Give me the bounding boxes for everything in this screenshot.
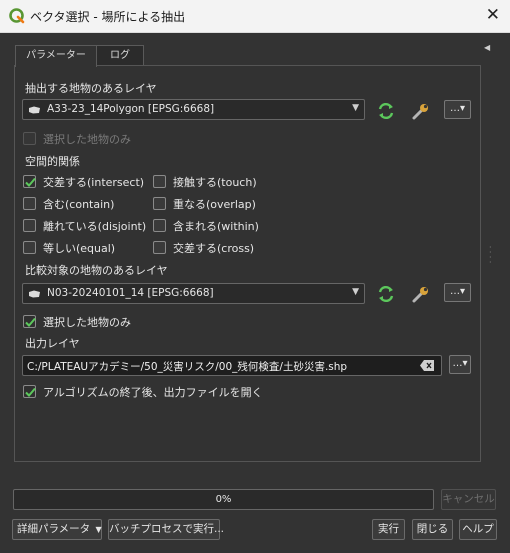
checkmark-icon [25,177,36,187]
checkmark-icon [25,317,36,327]
compare-selected-only-checkbox[interactable] [23,315,36,328]
input-selected-only-label: 選択した地物のみ [43,133,131,146]
input-layer-value: A33-23_14Polygon [EPSG:6668] [47,103,215,115]
title-bar: ベクタ選択 - 場所による抽出 ✕ [0,0,510,33]
predicate-within-checkbox[interactable] [153,219,166,232]
predicate-overlap-label: 重なる(overlap) [173,198,256,211]
tab-parameters[interactable]: パラメーター [15,45,97,67]
predicate-disjoint-checkbox[interactable] [23,219,36,232]
predicate-touch-label: 接触する(touch) [173,176,257,189]
dropdown-arrow-icon: ▼ [352,103,359,113]
predicate-equal-checkbox[interactable] [23,241,36,254]
compare-layer-value: N03-20240101_14 [EPSG:6668] [47,287,214,299]
predicate-contain-checkbox[interactable] [23,197,36,210]
window-title: ベクタ選択 - 場所による抽出 [30,10,186,24]
progress-bar: 0% [13,489,434,510]
splitter-handle-icon[interactable]: · · · · [489,244,492,267]
polygon-layer-icon [29,290,40,298]
iterate-icon[interactable] [375,100,397,122]
tab-log[interactable]: ログ [96,45,144,66]
compare-layer-label: 比較対象の地物のあるレイヤ [25,264,168,277]
open-output-label: アルゴリズムの終了後、出力ファイルを開く [43,386,263,399]
close-icon[interactable]: ✕ [486,5,500,25]
output-path-value: C:/PLATEAUアカデミー/50_災害リスク/00_残何検査/土砂災害.sh… [27,361,348,373]
clear-icon[interactable] [420,360,435,371]
open-output-checkbox[interactable] [23,385,36,398]
compare-layer-combo[interactable]: N03-20240101_14 [EPSG:6668] ▼ [22,283,365,304]
input-layer-more-button[interactable]: …▾ [444,100,471,119]
batch-process-button[interactable]: バッチプロセスで実行... [108,519,224,540]
compare-selected-only-label: 選択した地物のみ [43,316,131,329]
input-layer-label: 抽出する地物のあるレイヤ [25,82,157,95]
predicate-label: 空間的関係 [25,155,80,168]
cancel-button[interactable]: キャンセル [441,489,496,510]
collapse-arrow-icon[interactable]: ◀ [484,43,490,52]
compare-layer-more-button[interactable]: …▾ [444,283,471,302]
predicate-intersect-checkbox[interactable] [23,175,36,188]
output-layer-label: 出力レイヤ [25,337,80,350]
more-label: … [449,103,460,114]
wrench-icon[interactable] [410,283,432,305]
iterate-icon[interactable] [375,283,397,305]
output-browse-button[interactable]: …▾ [449,355,471,374]
more-label: … [449,286,460,297]
help-button[interactable]: ヘルプ [459,519,497,540]
predicate-cross-label: 交差する(cross) [173,242,255,255]
predicate-touch-checkbox[interactable] [153,175,166,188]
predicate-intersect-label: 交差する(intersect) [43,176,145,189]
dropdown-arrow-icon: ▼ [352,287,359,297]
predicate-overlap-checkbox[interactable] [153,197,166,210]
predicate-contain-label: 含む(contain) [43,198,115,211]
wrench-icon[interactable] [410,100,432,122]
progress-text: 0% [215,494,232,505]
predicate-disjoint-label: 離れている(disjoint) [43,220,147,233]
qgis-logo-icon [9,8,25,24]
predicate-within-label: 含まれる(within) [173,220,259,233]
predicate-cross-checkbox[interactable] [153,241,166,254]
advanced-parameters-label: 詳細パラメータ [17,523,91,535]
predicate-equal-label: 等しい(equal) [43,242,116,255]
run-button[interactable]: 実行 [372,519,405,540]
input-selected-only-checkbox[interactable] [23,132,36,145]
checkmark-icon [25,387,36,397]
close-button[interactable]: 閉じる [412,519,453,540]
dropdown-arrow-icon: ▼ [95,525,102,534]
advanced-parameters-button[interactable]: 詳細パラメータ ▼ [12,519,102,540]
input-layer-combo[interactable]: A33-23_14Polygon [EPSG:6668] ▼ [22,99,365,120]
output-path-field[interactable]: C:/PLATEAUアカデミー/50_災害リスク/00_残何検査/土砂災害.sh… [22,355,442,376]
polygon-layer-icon [29,106,40,114]
more-label: … [452,358,463,369]
